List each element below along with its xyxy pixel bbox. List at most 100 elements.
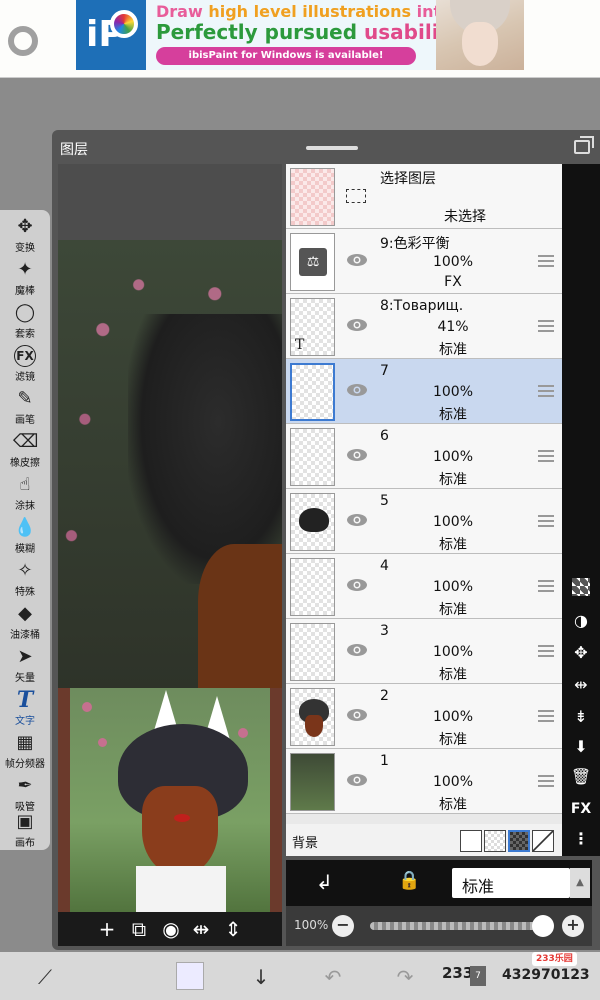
visibility-eye-icon[interactable] [346,448,368,462]
lasso-icon: ◯ [14,302,36,323]
tool-canvas[interactable]: ▣ 画布 [0,807,50,850]
alpha-lock-icon[interactable]: 🔒 [398,870,420,891]
bg-white-swatch[interactable] [460,830,482,852]
add-layer-icon[interactable]: + [96,918,118,940]
more-icon[interactable]: ⋮ [568,828,594,850]
eraser-icon: ⌫ [13,431,39,452]
down-arrow-icon[interactable]: ↓ [248,964,274,990]
maximize-icon[interactable] [574,136,594,154]
download-icon[interactable]: ⬇ [568,736,594,758]
tool-frame-divider[interactable]: ▦ 帧分频器 [0,728,50,771]
bg-checker-swatch[interactable] [484,830,506,852]
visibility-eye-icon[interactable] [346,513,368,527]
layer-row[interactable]: ⚖ 9:色彩平衡 100% FX [286,229,562,294]
trash-icon[interactable]: 🗑 [568,766,594,788]
dropdown-arrow-icon[interactable]: ▲ [570,868,590,898]
undo-icon[interactable]: ↶ [320,964,346,990]
drag-handle-icon[interactable] [538,450,554,462]
tool-transform[interactable]: ✥ 变换 [0,212,50,255]
visibility-eye-icon[interactable] [346,773,368,787]
select-layer-row[interactable]: 选择图层 未选择 [286,164,562,229]
bg-none-swatch[interactable] [532,830,554,852]
layer-row[interactable]: 6 100% 标准 [286,424,562,489]
drag-handle-icon[interactable] [538,710,554,722]
flip-vertical-icon[interactable]: ⇕ [222,918,244,940]
color-swatch[interactable] [176,962,204,990]
opacity-slider-knob[interactable] [532,915,554,937]
tool-blur[interactable]: 💧 模糊 [0,513,50,556]
layer-row[interactable]: T 8:Товарищ. 41% 标准 [286,294,562,359]
canvas-icon: ▣ [16,811,34,832]
layer-row-selected[interactable]: 7 100% 标准 [286,359,562,424]
tool-magic-wand[interactable]: ✦ 魔棒 [0,255,50,298]
brush-settings-icon[interactable]: ⟋ [32,964,58,990]
panel-drag-handle[interactable] [306,146,358,150]
checker-icon[interactable] [572,578,590,596]
opacity-bar: 100% − + [286,906,592,946]
layer-tools-strip: ◑ ✥ ⇹ ⇟ ⬇ 🗑 FX ⋮ [562,164,600,856]
visibility-eye-icon[interactable] [346,708,368,722]
visibility-eye-icon[interactable] [346,318,368,332]
blend-bar: ↲ 🔒 标准 ▲ [286,860,592,906]
tool-filter[interactable]: FX 滤镜 [0,341,50,384]
layer-row[interactable]: 4 100% 标准 [286,554,562,619]
visibility-eye-icon[interactable] [346,578,368,592]
opacity-slider[interactable] [370,922,546,930]
layer-thumbnail [290,623,335,681]
drag-handle-icon[interactable] [538,385,554,397]
opacity-minus-button[interactable]: − [332,915,354,937]
opacity-plus-button[interactable]: + [562,915,584,937]
blend-mode-select[interactable]: 标准 [452,868,570,898]
visibility-eye-icon[interactable] [346,253,368,267]
visibility-eye-icon[interactable] [346,643,368,657]
layer-row[interactable]: 5 100% 标准 [286,489,562,554]
watermark-tag: 233乐园 [532,952,577,966]
text-layer-icon: T [295,337,305,353]
mask-icon[interactable]: ◑ [568,610,594,632]
layer-thumbnail [290,493,335,551]
drag-handle-icon[interactable] [538,580,554,592]
layer-thumbnail [290,688,335,746]
tool-text[interactable]: T 文字 [0,685,50,728]
ad-banner[interactable]: iP Draw high level illustrations intuiti… [76,0,524,70]
frame-divider-icon: ▦ [16,732,34,753]
flip-horizontal-icon[interactable]: ⇹ [190,918,212,940]
ibispaint-logo: iP [76,0,146,70]
color-wheel-icon [110,10,138,38]
tool-lasso[interactable]: ◯ 套索 [0,298,50,341]
drag-handle-icon[interactable] [538,320,554,332]
layer-row[interactable]: 2 100% 标准 [286,684,562,749]
tool-brush[interactable]: ✎ 画笔 [0,384,50,427]
camera-icon[interactable]: ◉ [160,918,182,940]
bottom-bar: ⟋ ↓ ↶ ↷ 233 7 233乐园 432970123 [0,952,600,1000]
visibility-eye-icon[interactable] [346,383,368,397]
layer-row[interactable]: 3 100% 标准 [286,619,562,684]
flip-icon[interactable]: ⇹ [568,674,594,696]
tool-special[interactable]: ✧ 特殊 [0,556,50,599]
clip-icon[interactable]: ↲ [316,870,333,894]
vector-icon: ➤ [17,646,33,667]
merge-icon[interactable]: ⇟ [568,706,594,728]
record-button[interactable] [8,26,38,56]
layer-row[interactable]: 1 100% 标准 [286,749,562,814]
drag-handle-icon[interactable] [538,645,554,657]
drag-handle-icon[interactable] [538,775,554,787]
tool-fill[interactable]: ◆ 油漆桶 [0,599,50,642]
duplicate-layer-icon[interactable]: ⧉ [128,918,150,940]
brush-icon: ✎ [17,388,33,409]
drag-handle-icon[interactable] [538,255,554,267]
fx-icon[interactable]: FX [568,798,594,820]
eyedropper-icon: ✒ [17,775,33,796]
drag-handle-icon[interactable] [538,515,554,527]
layer-thumbnail: ⚖ [290,233,335,291]
layer-thumbnail [290,363,335,421]
move-icon[interactable]: ✥ [568,642,594,664]
tool-bar: ✥ 变换 ✦ 魔棒 ◯ 套索 FX 滤镜 ✎ 画笔 ⌫ 橡皮擦 ☝ 涂抹 💧 模糊 ✧ 特殊 ◆ 油… [0,210,50,850]
redo-icon[interactable]: ↷ [392,964,418,990]
bg-dark-checker-swatch[interactable] [508,830,530,852]
tool-vector[interactable]: ➤ 矢量 [0,642,50,685]
tool-smudge[interactable]: ☝ 涂抹 [0,470,50,513]
layers-icon[interactable]: 7 [470,966,486,986]
tool-eraser[interactable]: ⌫ 橡皮擦 [0,427,50,470]
layer-thumbnail [290,428,335,486]
